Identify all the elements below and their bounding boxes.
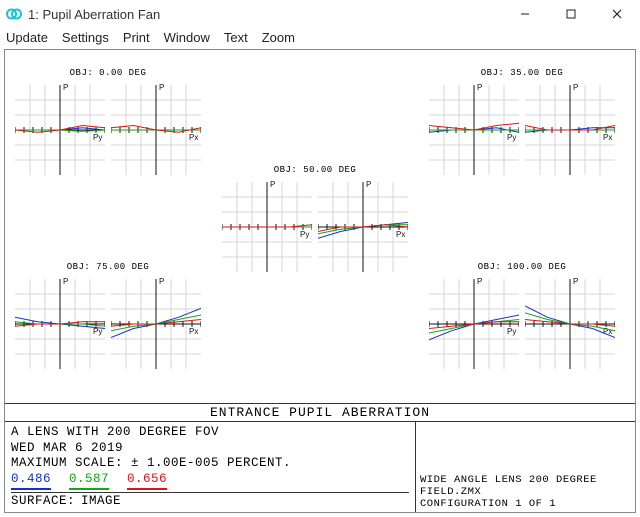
svg-text:P: P [270,180,275,189]
pair-title: OBJ: 75.00 DEG [67,262,150,272]
x-fan: P Px [525,80,615,180]
pair-obj-35: OBJ: 35.00 DEG P Py P Px [429,68,615,180]
svg-text:P: P [477,277,482,286]
close-button[interactable] [594,0,640,28]
svg-text:P: P [63,277,68,286]
y-fan: P Py [429,80,519,180]
plot-area[interactable]: OBJ: 0.00 DEG P Py P Px OBJ: 35.00 DEG P Py… [5,50,635,403]
svg-text:P: P [573,277,578,286]
pair-title: OBJ: 0.00 DEG [70,68,147,78]
x-fan: P Px [318,177,408,277]
menu-zoom[interactable]: Zoom [262,30,295,45]
svg-text:Px: Px [396,230,405,239]
svg-text:P: P [159,83,164,92]
wavelength-red: 0.656 [127,472,167,491]
svg-text:Py: Py [93,133,102,142]
lens-title: A LENS WITH 200 DEGREE FOV [11,425,409,441]
svg-text:P: P [63,83,68,92]
svg-text:Py: Py [507,327,516,336]
menubar: Update Settings Print Window Text Zoom [0,28,640,49]
pair-title: OBJ: 35.00 DEG [481,68,564,78]
svg-text:Py: Py [300,230,309,239]
y-fan: P Py [429,274,519,374]
y-fan: P Py [222,177,312,277]
svg-text:Px: Px [189,327,198,336]
pair-obj-100: OBJ: 100.00 DEG P Py PPx [429,262,615,374]
menu-window[interactable]: Window [164,30,210,45]
config-line: CONFIGURATION 1 OF 1 [420,498,631,510]
maximize-button[interactable] [548,0,594,28]
svg-text:P: P [366,180,371,189]
menu-settings[interactable]: Settings [62,30,109,45]
pair-title: OBJ: 50.00 DEG [274,165,357,175]
pair-obj-50: OBJ: 50.00 DEG P Py P Px [222,165,408,277]
pair-obj-75: OBJ: 75.00 DEG PPy P Px [15,262,201,374]
app-window: 1: Pupil Aberration Fan Update Settings … [0,0,640,517]
y-fan: P Py [15,80,105,180]
info-right: WIDE ANGLE LENS 200 DEGREE FIELD.ZMX CON… [415,422,635,512]
file-name: WIDE ANGLE LENS 200 DEGREE FIELD.ZMX [420,474,631,498]
wavelength-blue: 0.486 [11,472,51,491]
titlebar: 1: Pupil Aberration Fan [0,0,640,28]
x-fan: P Px [111,80,201,180]
pair-obj-0: OBJ: 0.00 DEG P Py P Px [15,68,201,180]
scale-line: MAXIMUM SCALE: ± 1.00E-005 PERCENT. [11,456,409,472]
svg-text:P: P [477,83,482,92]
content-frame: OBJ: 0.00 DEG P Py P Px OBJ: 35.00 DEG P Py… [4,49,636,513]
svg-text:Py: Py [507,133,516,142]
svg-text:Px: Px [189,133,198,142]
menu-text[interactable]: Text [224,30,248,45]
svg-text:P: P [159,277,164,286]
surface-line: SURFACE: IMAGE [11,492,409,510]
x-fan: PPx [525,274,615,374]
svg-text:Px: Px [603,133,612,142]
surface-label: SURFACE: [11,494,75,510]
x-fan: P Px [111,274,201,374]
menu-update[interactable]: Update [6,30,48,45]
y-fan: PPy [15,274,105,374]
wavelength-legend: 0.486 0.587 0.656 [11,472,409,491]
surface-value: IMAGE [81,494,121,510]
date-line: WED MAR 6 2019 [11,441,409,457]
wavelength-green: 0.587 [69,472,109,491]
menu-print[interactable]: Print [123,30,150,45]
chart-caption: ENTRANCE PUPIL ABERRATION [5,403,635,422]
svg-text:P: P [573,83,578,92]
app-icon [6,6,22,22]
pair-title: OBJ: 100.00 DEG [478,262,567,272]
minimize-button[interactable] [502,0,548,28]
window-title: 1: Pupil Aberration Fan [28,7,160,22]
info-left: A LENS WITH 200 DEGREE FOV WED MAR 6 201… [5,422,415,512]
info-block: A LENS WITH 200 DEGREE FOV WED MAR 6 201… [5,422,635,512]
